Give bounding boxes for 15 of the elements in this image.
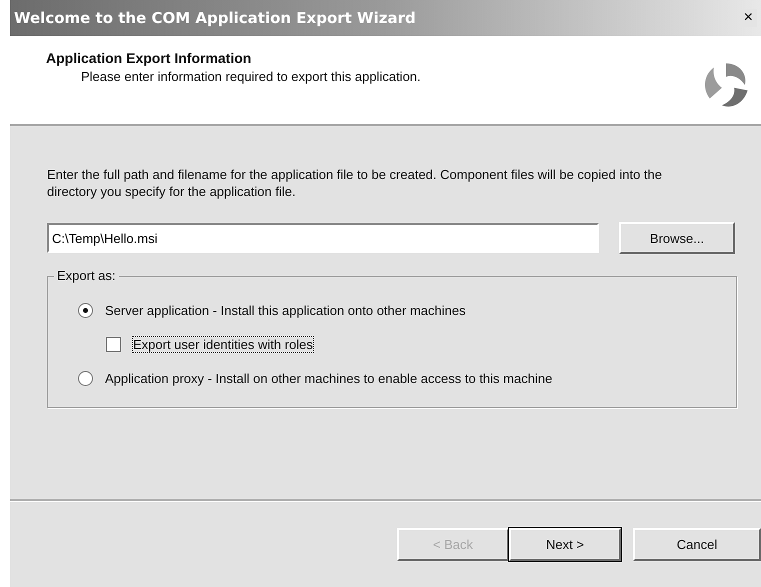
wizard-button[interactable]: Next > <box>509 528 621 560</box>
radio-button[interactable] <box>78 302 93 318</box>
window-title: Welcome to the COM Application Export Wizard <box>14 9 416 27</box>
browse-button[interactable]: Browse... <box>619 222 735 254</box>
group-label: Export as: <box>54 268 119 283</box>
header-title: Application Export Information <box>46 50 252 66</box>
wizard-button[interactable]: Cancel <box>633 528 761 560</box>
option-label: Server application - Install this application onto other machines <box>105 302 466 318</box>
instruction-text: Enter the full path and filename for the application file to be created. Component files will be copied into the directory you specify for the application file. <box>47 166 663 200</box>
option-label: Export user identities with roles <box>133 336 313 352</box>
checkbox[interactable] <box>106 336 121 352</box>
path-field[interactable]: C:\Temp\Hello.msi <box>47 223 599 253</box>
radio-button[interactable] <box>78 370 93 386</box>
option-label: Application proxy - Install on other machines to enable access to this machine <box>105 370 552 386</box>
header-subtitle: Please enter information required to export this application. <box>80 69 421 84</box>
